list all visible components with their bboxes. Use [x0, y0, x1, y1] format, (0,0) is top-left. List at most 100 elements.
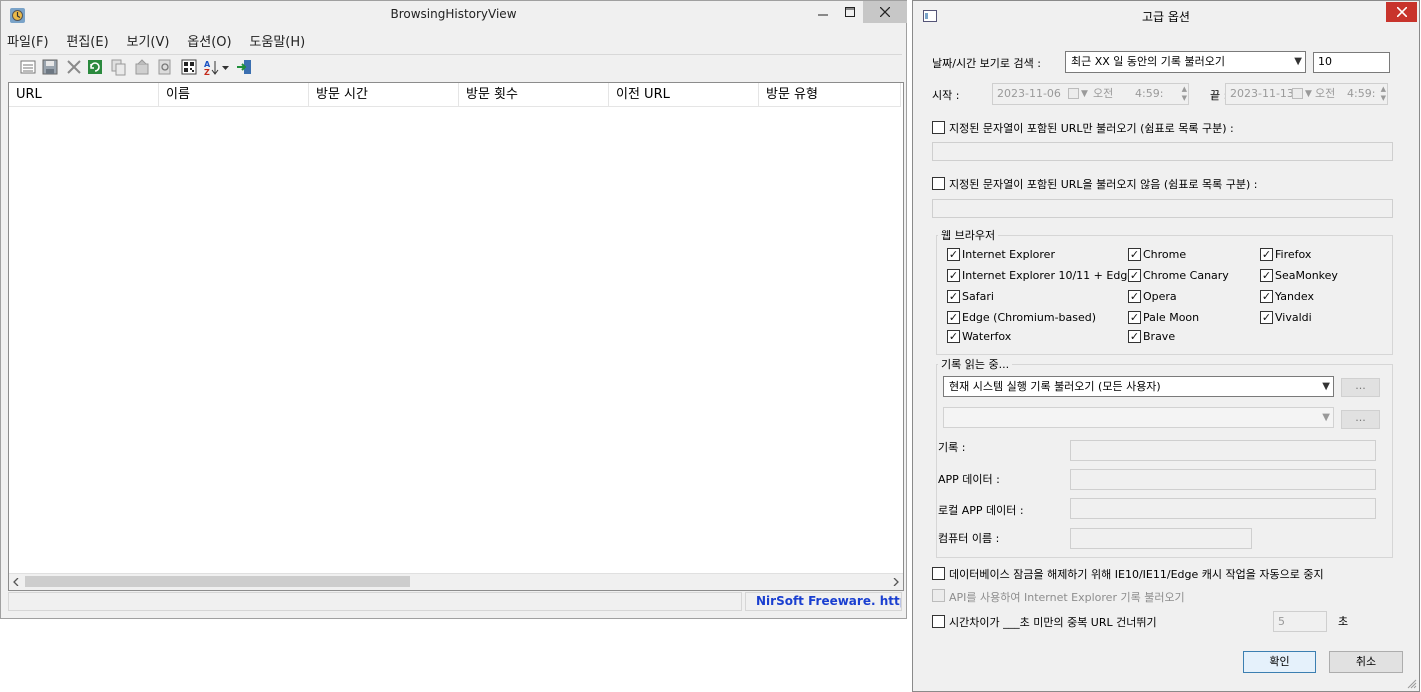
- start-time-value: 4:59:: [1135, 87, 1164, 100]
- close-button[interactable]: [863, 1, 907, 23]
- menu-help[interactable]: 도움말(H): [249, 31, 305, 50]
- browser-safari-label: Safari: [962, 290, 994, 303]
- advanced-options-dialog: 고급 옵션 날짜/시간 보기로 검색 : 최근 XX 일 동안의 기록 불러오기…: [912, 0, 1420, 692]
- column-title[interactable]: 이름: [159, 83, 309, 107]
- appdata-label: APP 데이터 :: [938, 473, 1000, 486]
- history-list[interactable]: URL 이름 방문 시간 방문 횟수 이전 URL 방문 유형: [8, 82, 904, 591]
- browser-seamonkey-label: SeaMonkey: [1275, 269, 1338, 282]
- skip-seconds-input[interactable]: 5: [1273, 611, 1327, 632]
- end-ampm-value: 오전: [1315, 87, 1336, 100]
- browser-yandex-checkbox[interactable]: ✓: [1260, 290, 1273, 303]
- skip-duplicates-checkbox[interactable]: [932, 615, 945, 628]
- reading-history-group-label: 기록 읽는 중...: [938, 356, 1013, 372]
- main-window: BrowsingHistoryView 파일(F) 편집(E) 보기(V) 옵션…: [0, 0, 907, 619]
- sort-icon[interactable]: AZ: [203, 58, 231, 76]
- profile-select[interactable]: ▼: [943, 407, 1334, 428]
- properties-icon[interactable]: [133, 58, 151, 76]
- maximize-button[interactable]: [837, 1, 863, 23]
- menubar: 파일(F) 편집(E) 보기(V) 옵션(O) 도움말(H): [7, 31, 319, 51]
- browser-brave-checkbox[interactable]: ✓: [1128, 330, 1141, 343]
- spin-icon[interactable]: ▲ ▼: [1381, 85, 1386, 103]
- find-icon[interactable]: [156, 58, 174, 76]
- profile-browse-button[interactable]: ...: [1341, 410, 1380, 429]
- search-mode-value: 최근 XX 일 동안의 기록 불러오기: [1071, 55, 1225, 68]
- copy-icon[interactable]: [110, 58, 128, 76]
- history-source-browse-button[interactable]: ...: [1341, 378, 1380, 397]
- resize-grip-icon[interactable]: [1406, 678, 1417, 689]
- horizontal-scrollbar[interactable]: [9, 573, 903, 590]
- svg-text:Z: Z: [204, 68, 210, 76]
- browser-ie-checkbox[interactable]: ✓: [947, 248, 960, 261]
- seconds-unit-label: 초: [1338, 615, 1349, 628]
- scroll-left-icon[interactable]: [12, 578, 20, 586]
- column-visit-time[interactable]: 방문 시간: [309, 83, 459, 107]
- save-icon[interactable]: [41, 58, 59, 76]
- exit-icon[interactable]: [235, 58, 253, 76]
- browser-chrome-canary-checkbox[interactable]: ✓: [1128, 269, 1141, 282]
- days-input[interactable]: 10: [1313, 52, 1390, 73]
- include-urls-checkbox[interactable]: [932, 121, 945, 134]
- include-urls-input[interactable]: [932, 142, 1393, 161]
- history-folder-label: 기록 :: [938, 441, 966, 454]
- chevron-down-icon: ▼: [1294, 56, 1302, 67]
- browser-safari-checkbox[interactable]: ✓: [947, 290, 960, 303]
- exclude-urls-checkbox[interactable]: [932, 177, 945, 190]
- browser-seamonkey-checkbox[interactable]: ✓: [1260, 269, 1273, 282]
- browser-firefox-checkbox[interactable]: ✓: [1260, 248, 1273, 261]
- start-label: 시작 :: [932, 89, 960, 102]
- scrollbar-thumb[interactable]: [25, 576, 410, 587]
- browser-yandex-label: Yandex: [1275, 290, 1314, 303]
- chevron-down-icon: ▼: [1305, 89, 1312, 99]
- history-folder-input[interactable]: [1070, 440, 1376, 461]
- cancel-button[interactable]: 취소: [1329, 651, 1403, 673]
- status-panel: [8, 592, 742, 611]
- browser-chrome-checkbox[interactable]: ✓: [1128, 248, 1141, 261]
- menu-file[interactable]: 파일(F): [7, 31, 49, 50]
- chevron-down-icon: ▼: [1322, 412, 1330, 423]
- appdata-input[interactable]: [1070, 469, 1376, 490]
- browser-ie10-edge-checkbox[interactable]: ✓: [947, 269, 960, 282]
- browser-waterfox-checkbox[interactable]: ✓: [947, 330, 960, 343]
- browser-pale-moon-checkbox[interactable]: ✓: [1128, 311, 1141, 324]
- start-date-checkbox[interactable]: [1068, 88, 1079, 99]
- browser-edge-chromium-label: Edge (Chromium-based): [962, 311, 1097, 324]
- dialog-close-button[interactable]: [1386, 2, 1417, 22]
- column-url[interactable]: URL: [9, 83, 159, 107]
- scroll-right-icon[interactable]: [892, 578, 900, 586]
- computer-name-label: 컴퓨터 이름 :: [938, 532, 1000, 545]
- history-source-select[interactable]: 현재 시스템 실행 기록 불러오기 (모든 사용자) ▼: [943, 376, 1334, 397]
- search-by-date-label: 날짜/시간 보기로 검색 :: [932, 57, 1041, 70]
- html-report-icon[interactable]: [180, 58, 198, 76]
- history-source-value: 현재 시스템 실행 기록 불러오기 (모든 사용자): [949, 380, 1161, 393]
- computer-name-input[interactable]: [1070, 528, 1252, 549]
- search-mode-select[interactable]: 최근 XX 일 동안의 기록 불러오기 ▼: [1065, 51, 1306, 73]
- menu-options[interactable]: 옵션(O): [187, 31, 231, 50]
- delete-icon[interactable]: [65, 58, 83, 76]
- use-api-checkbox[interactable]: [932, 589, 945, 602]
- spin-icon[interactable]: ▲ ▼: [1182, 85, 1187, 103]
- nirsoft-link[interactable]: NirSoft Freeware. https://w: [745, 592, 902, 611]
- column-referrer[interactable]: 이전 URL: [609, 83, 759, 107]
- ok-button[interactable]: 확인: [1243, 651, 1316, 673]
- exclude-urls-label: 지정된 문자열이 포함된 URL을 불러오지 않음 (쉼표로 목록 구분) :: [949, 178, 1258, 191]
- start-datetime-picker[interactable]: 2023-11-06 ▼ 오전 4:59: ▲ ▼: [992, 83, 1189, 105]
- column-visit-count[interactable]: 방문 횟수: [459, 83, 609, 107]
- menu-edit[interactable]: 편집(E): [66, 31, 108, 50]
- local-appdata-input[interactable]: [1070, 498, 1376, 519]
- column-visit-type[interactable]: 방문 유형: [759, 83, 901, 107]
- end-date-checkbox[interactable]: [1292, 88, 1303, 99]
- browser-edge-chromium-checkbox[interactable]: ✓: [947, 311, 960, 324]
- options-icon[interactable]: [19, 58, 37, 76]
- exclude-urls-input[interactable]: [932, 199, 1393, 218]
- refresh-icon[interactable]: [86, 58, 104, 76]
- browser-firefox-label: Firefox: [1275, 248, 1312, 261]
- menu-view[interactable]: 보기(V): [126, 31, 169, 50]
- minimize-button[interactable]: [809, 1, 837, 23]
- end-datetime-picker[interactable]: 2023-11-13 ▼ 오전 4:59: ▲ ▼: [1225, 83, 1388, 105]
- stop-cache-checkbox[interactable]: [932, 567, 945, 580]
- browser-ie10-edge-label: Internet Explorer 10/11 + Edge: [962, 269, 1135, 282]
- browser-opera-checkbox[interactable]: ✓: [1128, 290, 1141, 303]
- main-titlebar[interactable]: BrowsingHistoryView: [1, 1, 907, 29]
- browser-pale-moon-label: Pale Moon: [1143, 311, 1200, 324]
- browser-vivaldi-checkbox[interactable]: ✓: [1260, 311, 1273, 324]
